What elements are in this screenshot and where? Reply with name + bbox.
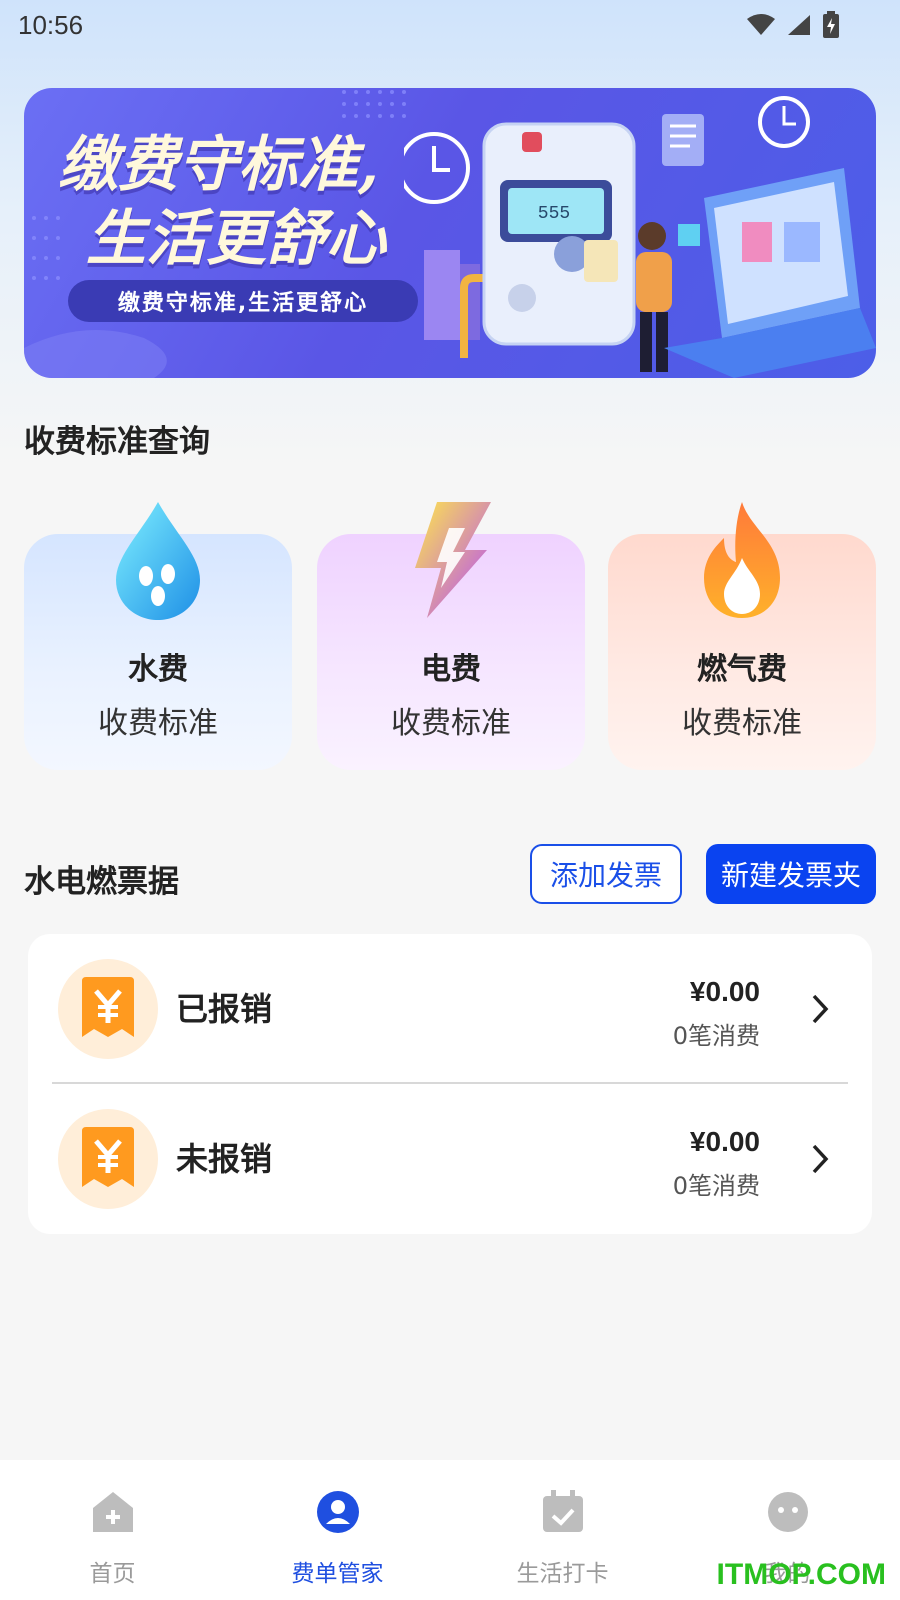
receipts-card: 已报销 ¥0.00 0笔消费 未报销 ¥0.00 0笔消费 [28,934,872,1234]
yuan-receipt-icon [82,977,134,1037]
gas-fee-card[interactable]: 燃气费 收费标准 [608,502,876,770]
receipt-icon-wrap [58,1109,158,1209]
fee-standards-title: 收费标准查询 [24,424,210,460]
banner-pill: 缴费守标准,生活更舒心 [68,280,418,322]
new-invoice-folder-button[interactable]: 新建发票夹 [706,844,876,904]
promo-banner[interactable]: 缴费守标准, 生活更舒心 缴费守标准,生活更舒心 555 [24,88,876,378]
yuan-receipt-icon [82,1127,134,1187]
tab-home[interactable]: 首页 [0,1460,225,1600]
cell-signal-icon [788,15,810,35]
calendar-check-icon [542,1490,583,1532]
row-label: 已报销 [176,990,273,1028]
row-amount: ¥0.00 [689,1126,760,1157]
receipts-title: 水电燃票据 [24,864,179,900]
wifi-icon [747,14,775,35]
fee-sub: 收费标准 [98,706,218,741]
lightning-icon [415,502,491,618]
battery-icon [823,11,839,38]
flame-icon [704,502,780,618]
tab-label: 生活打卡 [516,1561,609,1587]
reimbursed-row[interactable]: 已报销 ¥0.00 0笔消费 [28,934,872,1084]
receipt-icon-wrap [58,959,158,1059]
banner-headline-line2: 生活更舒心 [86,204,386,274]
meter-illustration: 555 [404,96,876,378]
status-time: 10:56 [18,9,84,40]
unreimbursed-row[interactable]: 未报销 ¥0.00 0笔消费 [28,1084,872,1234]
chevron-right-icon [812,1144,829,1174]
status-icons [746,11,840,39]
home-icon [92,1492,133,1532]
svg-text:555: 555 [538,204,570,224]
fee-name: 电费 [421,652,481,687]
status-bar: 10:56 [0,0,900,50]
bill-manager-icon [316,1491,359,1533]
banner-headline-line1: 缴费守标准, [58,130,379,200]
row-amount: ¥0.00 [689,976,760,1007]
add-invoice-button[interactable]: 添加发票 [530,844,682,904]
tab-life-checkin[interactable]: 生活打卡 [450,1460,675,1600]
row-count: 0笔消费 [672,1022,760,1050]
tab-label: 首页 [89,1561,136,1587]
fee-sub: 收费标准 [391,706,511,741]
fee-name: 水费 [128,652,188,687]
row-label: 未报销 [176,1140,273,1178]
water-fee-card[interactable]: 水费 收费标准 [24,502,292,770]
banner-headline: 缴费守标准, 生活更舒心 [58,128,438,276]
watermark: ITMOP.COM [716,1558,886,1591]
water-drop-icon [116,502,200,620]
tab-bill-manager[interactable]: 费单管家 [225,1460,450,1600]
chevron-right-icon [812,994,829,1024]
fee-sub: 收费标准 [682,706,802,741]
profile-icon [767,1492,808,1532]
tab-label: 费单管家 [291,1561,384,1587]
row-count: 0笔消费 [672,1172,760,1200]
electricity-fee-card[interactable]: 电费 收费标准 [317,502,585,770]
fee-name: 燃气费 [697,652,787,687]
